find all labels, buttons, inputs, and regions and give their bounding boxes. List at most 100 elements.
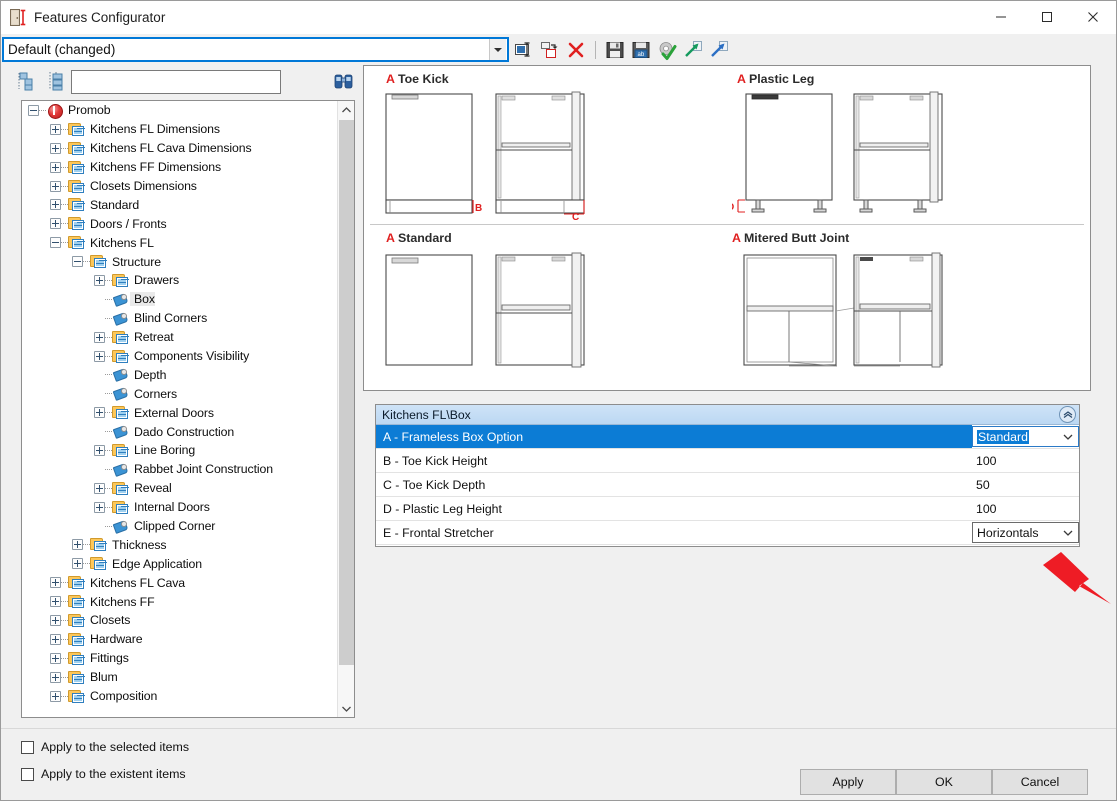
tree-item-kitchens-fl-dimensions[interactable]: Kitchens FL Dimensions (22, 120, 336, 139)
chevron-down-icon[interactable] (1058, 427, 1078, 446)
expand-icon[interactable] (50, 162, 61, 173)
property-text-value[interactable]: 100 (972, 498, 1079, 519)
tree-item-composition[interactable]: Composition (22, 687, 336, 706)
property-text-value[interactable]: 100 (972, 450, 1079, 471)
search-input[interactable] (72, 71, 280, 93)
binoculars-icon[interactable] (331, 69, 357, 93)
expand-icon[interactable] (94, 351, 105, 362)
feature-tree[interactable]: PromobKitchens FL DimensionsKitchens FL … (21, 100, 355, 718)
expand-icon[interactable] (50, 672, 61, 683)
property-row[interactable]: E - Frontal StretcherHorizontals (376, 521, 1079, 545)
apply-settings-icon[interactable] (656, 39, 678, 61)
maximize-button[interactable] (1024, 1, 1070, 33)
apply-button[interactable]: Apply (800, 769, 896, 795)
expand-icon[interactable] (50, 181, 61, 192)
collapse-tree-icon[interactable] (13, 68, 39, 94)
tree-scrollbar[interactable] (337, 101, 354, 717)
configuration-select[interactable]: Default (changed) (2, 37, 509, 62)
property-dropdown[interactable]: Standard (972, 426, 1079, 447)
tree-item-hardware[interactable]: Hardware (22, 630, 336, 649)
expand-icon[interactable] (94, 407, 105, 418)
tree-item-box[interactable]: Box (22, 290, 336, 309)
tree-item-doors-fronts[interactable]: Doors / Fronts (22, 214, 336, 233)
tree-item-kitchens-ff-dimensions[interactable]: Kitchens FF Dimensions (22, 158, 336, 177)
rename-icon[interactable] (513, 39, 535, 61)
property-row[interactable]: A - Frameless Box OptionStandard (376, 425, 1079, 449)
tree-item-edge-application[interactable]: Edge Application (22, 554, 336, 573)
tree-item-thickness[interactable]: Thickness (22, 535, 336, 554)
duplicate-icon[interactable] (539, 39, 561, 61)
ok-button[interactable]: OK (896, 769, 992, 795)
property-value-cell[interactable]: Standard (972, 425, 1079, 448)
tree-item-drawers[interactable]: Drawers (22, 271, 336, 290)
chevron-up-icon[interactable] (1059, 406, 1076, 423)
tree-item-closets-dimensions[interactable]: Closets Dimensions (22, 177, 336, 196)
tree-item-kitchens-fl-cava[interactable]: Kitchens FL Cava (22, 573, 336, 592)
expand-icon[interactable] (50, 691, 61, 702)
tree-item-fittings[interactable]: Fittings (22, 649, 336, 668)
tree-item-line-boring[interactable]: Line Boring (22, 441, 336, 460)
save-icon[interactable] (604, 39, 626, 61)
expand-tree-icon[interactable] (44, 68, 70, 94)
tree-item-reveal[interactable]: Reveal (22, 479, 336, 498)
tree-item-blum[interactable]: Blum (22, 668, 336, 687)
tree-item-retreat[interactable]: Retreat (22, 328, 336, 347)
tree-item-structure[interactable]: Structure (22, 252, 336, 271)
expand-icon[interactable] (50, 124, 61, 135)
expand-icon[interactable] (50, 143, 61, 154)
delete-icon[interactable] (565, 39, 587, 61)
tree-item-rabbet-joint-construction[interactable]: Rabbet Joint Construction (22, 460, 336, 479)
expand-icon[interactable] (94, 445, 105, 456)
search-field-wrapper[interactable] (71, 70, 281, 94)
expand-icon[interactable] (72, 539, 83, 550)
expand-icon[interactable] (50, 634, 61, 645)
tree-item-components-visibility[interactable]: Components Visibility (22, 347, 336, 366)
scroll-down-button[interactable] (338, 700, 355, 717)
import-icon[interactable] (708, 39, 730, 61)
chevron-down-icon[interactable] (489, 39, 506, 60)
expand-icon[interactable] (50, 199, 61, 210)
tree-item-closets[interactable]: Closets (22, 611, 336, 630)
save-as-icon[interactable]: ab (630, 39, 652, 61)
property-row[interactable]: B - Toe Kick Height100 (376, 449, 1079, 473)
expand-icon[interactable] (94, 275, 105, 286)
checkbox-box-existent[interactable] (21, 768, 34, 781)
property-row[interactable]: C - Toe Kick Depth50 (376, 473, 1079, 497)
tree-item-blind-corners[interactable]: Blind Corners (22, 309, 336, 328)
tree-item-kitchens-fl-cava-dimensions[interactable]: Kitchens FL Cava Dimensions (22, 139, 336, 158)
property-dropdown[interactable]: Horizontals (972, 522, 1079, 543)
expand-icon[interactable] (50, 596, 61, 607)
property-value-cell[interactable]: 50 (972, 473, 1079, 496)
property-value-cell[interactable]: 100 (972, 497, 1079, 520)
expand-icon[interactable] (50, 615, 61, 626)
tree-item-internal-doors[interactable]: Internal Doors (22, 498, 336, 517)
property-value-cell[interactable]: Horizontals (972, 521, 1079, 544)
close-button[interactable] (1070, 1, 1116, 33)
collapse-icon[interactable] (28, 105, 39, 116)
property-text-value[interactable]: 50 (972, 474, 1079, 495)
checkbox-box-selected[interactable] (21, 741, 34, 754)
expand-icon[interactable] (94, 332, 105, 343)
collapse-icon[interactable] (72, 256, 83, 267)
chevron-down-icon[interactable] (1058, 523, 1078, 542)
expand-icon[interactable] (50, 577, 61, 588)
tree-item-standard[interactable]: Standard (22, 195, 336, 214)
checkbox-apply-existent[interactable]: Apply to the existent items (21, 767, 186, 781)
minimize-button[interactable] (978, 1, 1024, 33)
scrollbar-thumb[interactable] (339, 120, 354, 665)
tree-item-promob[interactable]: Promob (22, 101, 336, 120)
property-value-cell[interactable]: 100 (972, 449, 1079, 472)
cancel-button[interactable]: Cancel (992, 769, 1088, 795)
tree-item-clipped-corner[interactable]: Clipped Corner (22, 517, 336, 536)
tree-item-dado-construction[interactable]: Dado Construction (22, 422, 336, 441)
tree-item-corners[interactable]: Corners (22, 384, 336, 403)
tree-item-depth[interactable]: Depth (22, 365, 336, 384)
expand-icon[interactable] (94, 502, 105, 513)
tree-item-external-doors[interactable]: External Doors (22, 403, 336, 422)
collapse-icon[interactable] (50, 237, 61, 248)
expand-icon[interactable] (72, 558, 83, 569)
expand-icon[interactable] (50, 653, 61, 664)
expand-icon[interactable] (94, 483, 105, 494)
export-icon[interactable] (682, 39, 704, 61)
checkbox-apply-selected[interactable]: Apply to the selected items (21, 740, 189, 754)
